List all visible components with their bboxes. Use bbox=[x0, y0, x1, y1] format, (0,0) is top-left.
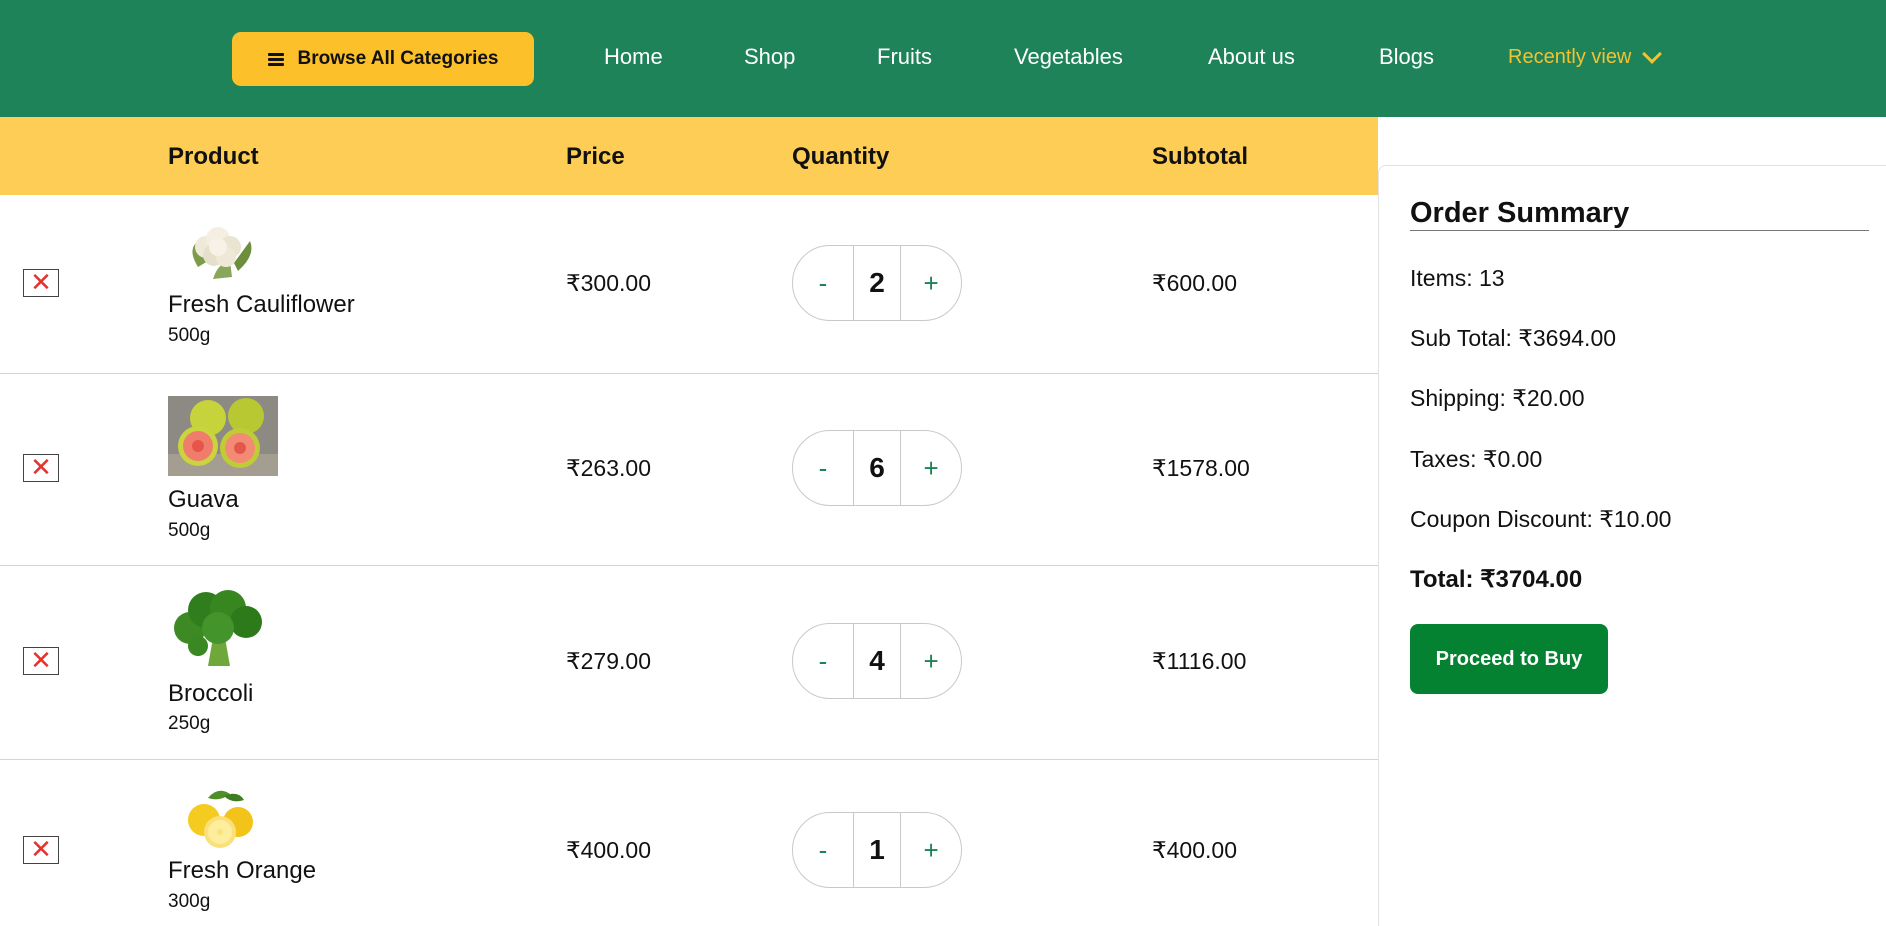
column-header-product: Product bbox=[168, 143, 259, 170]
guava-image bbox=[168, 396, 278, 476]
nav-blogs[interactable]: Blogs bbox=[1379, 44, 1434, 70]
quantity-stepper: - 6 + bbox=[792, 430, 962, 506]
product-weight: 500g bbox=[168, 520, 211, 541]
product-weight: 300g bbox=[168, 891, 211, 912]
nav-shop[interactable]: Shop bbox=[744, 44, 795, 70]
quantity-value[interactable]: 6 bbox=[852, 431, 902, 505]
increase-quantity-button[interactable]: + bbox=[901, 624, 961, 698]
product-price: ₹263.00 bbox=[566, 455, 651, 481]
product-weight: 500g bbox=[168, 325, 211, 346]
summary-total: Total: ₹3704.00 bbox=[1410, 566, 1583, 593]
summary-subtotal: Sub Total: ₹3694.00 bbox=[1410, 325, 1617, 351]
close-icon: ✕ bbox=[30, 835, 52, 865]
product-name: Guava bbox=[168, 486, 239, 513]
product-price: ₹279.00 bbox=[566, 648, 651, 674]
remove-item-button[interactable]: ✕ bbox=[23, 454, 59, 482]
recently-view-label: Recently view bbox=[1508, 46, 1632, 68]
remove-item-button[interactable]: ✕ bbox=[23, 269, 59, 297]
cart-row: ✕ Fresh Orange 300g ₹400.00 - 1 + ₹400.0… bbox=[0, 760, 1378, 920]
product-subtotal: ₹600.00 bbox=[1152, 270, 1237, 296]
browse-categories-label: Browse All Categories bbox=[297, 48, 499, 69]
browse-categories-button[interactable]: Browse All Categories bbox=[232, 32, 534, 86]
quantity-stepper: - 1 + bbox=[792, 812, 962, 888]
nav-fruits[interactable]: Fruits bbox=[877, 44, 932, 70]
increase-quantity-button[interactable]: + bbox=[901, 246, 961, 320]
increase-quantity-button[interactable]: + bbox=[901, 431, 961, 505]
remove-item-button[interactable]: ✕ bbox=[23, 836, 59, 864]
close-icon: ✕ bbox=[30, 268, 52, 298]
product-subtotal: ₹1116.00 bbox=[1152, 648, 1247, 674]
cauliflower-image bbox=[192, 227, 252, 279]
quantity-stepper: - 4 + bbox=[792, 623, 962, 699]
close-icon: ✕ bbox=[30, 646, 52, 676]
order-summary-divider bbox=[1410, 230, 1869, 231]
proceed-to-buy-button[interactable]: Proceed to Buy bbox=[1410, 624, 1608, 694]
product-subtotal: ₹1578.00 bbox=[1152, 455, 1250, 481]
cart-row: ✕ Fresh Cauliflower 500g ₹300.00 - 2 + ₹… bbox=[0, 195, 1378, 374]
cart-row: ✕ Broccoli 250g ₹279.00 - 4 + ₹1116.00 bbox=[0, 566, 1378, 760]
product-name: Broccoli bbox=[168, 680, 254, 707]
increase-quantity-button[interactable]: + bbox=[901, 813, 961, 887]
top-nav-bar: Browse All Categories Home Shop Fruits V… bbox=[0, 0, 1886, 117]
chevron-down-icon bbox=[1642, 44, 1663, 64]
broccoli-image bbox=[174, 590, 262, 666]
summary-shipping: Shipping: ₹20.00 bbox=[1410, 385, 1585, 411]
cart-row: ✕ Guava 500g ₹263.00 - 6 + ₹1578.00 bbox=[0, 374, 1378, 566]
quantity-value[interactable]: 4 bbox=[852, 624, 902, 698]
decrease-quantity-button[interactable]: - bbox=[793, 813, 853, 887]
quantity-value[interactable]: 1 bbox=[852, 813, 902, 887]
quantity-stepper: - 2 + bbox=[792, 245, 962, 321]
column-header-quantity: Quantity bbox=[792, 143, 890, 170]
column-header-subtotal: Subtotal bbox=[1152, 143, 1248, 170]
column-header-price: Price bbox=[566, 143, 625, 170]
product-weight: 250g bbox=[168, 713, 211, 734]
product-price: ₹400.00 bbox=[566, 837, 651, 863]
decrease-quantity-button[interactable]: - bbox=[793, 246, 853, 320]
quantity-value[interactable]: 2 bbox=[852, 246, 902, 320]
recently-view-dropdown[interactable]: Recently view bbox=[1508, 44, 1663, 69]
decrease-quantity-button[interactable]: - bbox=[793, 624, 853, 698]
decrease-quantity-button[interactable]: - bbox=[793, 431, 853, 505]
orange-image bbox=[188, 790, 253, 848]
product-subtotal: ₹400.00 bbox=[1152, 837, 1237, 863]
product-name: Fresh Orange bbox=[168, 857, 317, 884]
product-price: ₹300.00 bbox=[566, 270, 651, 296]
summary-coupon-discount: Coupon Discount: ₹10.00 bbox=[1410, 506, 1672, 532]
nav-vegetables[interactable]: Vegetables bbox=[1014, 44, 1123, 70]
nav-about-us[interactable]: About us bbox=[1208, 44, 1295, 70]
order-summary-title: Order Summary bbox=[1410, 197, 1630, 229]
nav-home[interactable]: Home bbox=[604, 44, 663, 70]
hamburger-icon bbox=[267, 52, 284, 66]
close-icon: ✕ bbox=[30, 453, 52, 483]
summary-items-count: Items: 13 bbox=[1410, 265, 1505, 291]
cart-table-header: Product Price Quantity Subtotal bbox=[0, 117, 1378, 195]
summary-taxes: Taxes: ₹0.00 bbox=[1410, 446, 1543, 472]
product-name: Fresh Cauliflower bbox=[168, 291, 355, 318]
remove-item-button[interactable]: ✕ bbox=[23, 647, 59, 675]
